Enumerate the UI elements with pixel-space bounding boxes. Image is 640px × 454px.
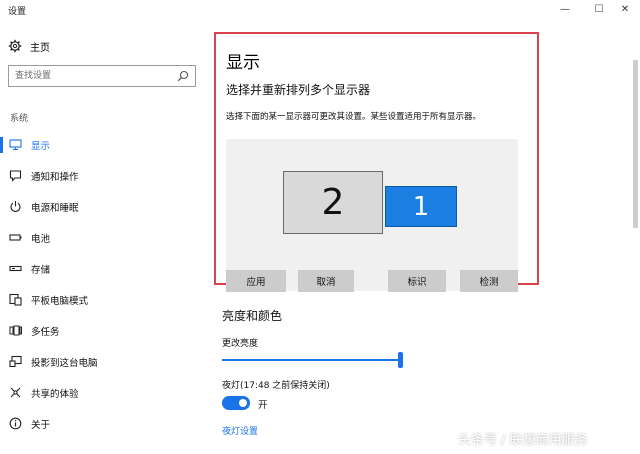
- sidebar-item-notifications[interactable]: 通知和操作: [0, 165, 212, 187]
- arrange-displays-heading: 选择并重新排列多个显示器: [226, 83, 371, 97]
- close-button[interactable]: ✕: [612, 2, 638, 18]
- minimize-button[interactable]: —: [552, 2, 578, 18]
- sidebar-item-project-to-pc[interactable]: 投影到这台电脑: [0, 351, 212, 373]
- title-bar: 设置 — ☐ ✕: [0, 0, 640, 22]
- sidebar-item-about[interactable]: 关于: [0, 413, 212, 435]
- sidebar-item-display[interactable]: 显示: [0, 134, 212, 156]
- storage-icon: [9, 265, 22, 272]
- sidebar-item-shared-experiences[interactable]: 共享的体验: [0, 382, 212, 404]
- sidebar-item-label: 显示: [31, 141, 51, 152]
- sidebar: 主页 系统 显示 通知和操作 电源和睡眠: [0, 22, 212, 454]
- monitor-1[interactable]: 1: [385, 186, 457, 227]
- window-title: 设置: [8, 7, 27, 17]
- detect-button[interactable]: 检测: [460, 270, 518, 292]
- highlight-frame: 显示 选择并重新排列多个显示器 选择下面的某一显示器可更改其设置。某些设置适用于…: [214, 32, 539, 292]
- home-nav-item[interactable]: 主页: [8, 38, 50, 54]
- watermark: 头条号 / 联想商用服务: [458, 433, 588, 448]
- main-content: 显示 选择并重新排列多个显示器 选择下面的某一显示器可更改其设置。某些设置适用于…: [212, 22, 630, 454]
- shared-experiences-icon: [10, 387, 21, 398]
- sidebar-item-label: 存储: [31, 265, 51, 276]
- multitasking-icon: [9, 325, 22, 336]
- brightness-label: 更改亮度: [222, 339, 259, 349]
- sidebar-item-tablet-mode[interactable]: 平板电脑模式: [0, 289, 212, 311]
- notification-icon: [9, 170, 22, 182]
- sidebar-item-multitasking[interactable]: 多任务: [0, 320, 212, 342]
- sidebar-item-label: 电源和睡眠: [31, 203, 79, 214]
- monitor-icon: [9, 139, 22, 151]
- sidebar-item-battery[interactable]: 电池: [0, 227, 212, 249]
- battery-icon: [9, 234, 22, 241]
- sidebar-item-power-sleep[interactable]: 电源和睡眠: [0, 196, 212, 218]
- power-icon: [10, 201, 21, 212]
- active-indicator: [0, 137, 3, 153]
- night-light-toggle[interactable]: [222, 396, 250, 410]
- section-label-system: 系统: [10, 114, 29, 124]
- tablet-mode-icon: [9, 293, 22, 306]
- scrollbar[interactable]: [633, 60, 638, 228]
- sidebar-item-label: 电池: [31, 234, 51, 245]
- search-box[interactable]: [8, 65, 196, 87]
- display-arrangement-area[interactable]: 2 1 应用 取消 标识 检测: [226, 139, 518, 292]
- projecting-icon: [9, 355, 22, 368]
- home-label: 主页: [30, 42, 50, 54]
- sidebar-item-label: 平板电脑模式: [31, 296, 89, 307]
- arrange-displays-description: 选择下面的某一显示器可更改其设置。某些设置适用于所有显示器。: [226, 112, 482, 122]
- brightness-color-heading: 亮度和颜色: [222, 309, 283, 323]
- apply-button[interactable]: 应用: [226, 270, 286, 292]
- info-icon: [9, 417, 22, 430]
- search-icon[interactable]: [177, 70, 189, 82]
- night-light-toggle-state: 开: [258, 400, 268, 411]
- sidebar-item-storage[interactable]: 存储: [0, 258, 212, 280]
- sidebar-item-label: 投影到这台电脑: [31, 358, 98, 369]
- sidebar-item-label: 共享的体验: [31, 389, 79, 400]
- sidebar-item-label: 多任务: [31, 327, 60, 338]
- cancel-button[interactable]: 取消: [298, 270, 354, 292]
- identify-button[interactable]: 标识: [388, 270, 446, 292]
- page-title: 显示: [226, 53, 260, 73]
- search-input[interactable]: [15, 69, 175, 83]
- slider-track[interactable]: [222, 359, 400, 361]
- sidebar-item-label: 关于: [31, 420, 51, 431]
- slider-thumb[interactable]: [398, 352, 403, 368]
- maximize-button[interactable]: ☐: [586, 2, 612, 18]
- toggle-knob: [239, 399, 247, 407]
- night-light-settings-link[interactable]: 夜灯设置: [222, 424, 258, 437]
- brightness-slider[interactable]: [222, 352, 404, 368]
- monitor-2[interactable]: 2: [283, 171, 383, 234]
- sidebar-item-label: 通知和操作: [31, 172, 79, 183]
- gear-icon: [8, 39, 22, 53]
- night-light-label: 夜灯(17:48 之前保持关闭): [222, 381, 330, 391]
